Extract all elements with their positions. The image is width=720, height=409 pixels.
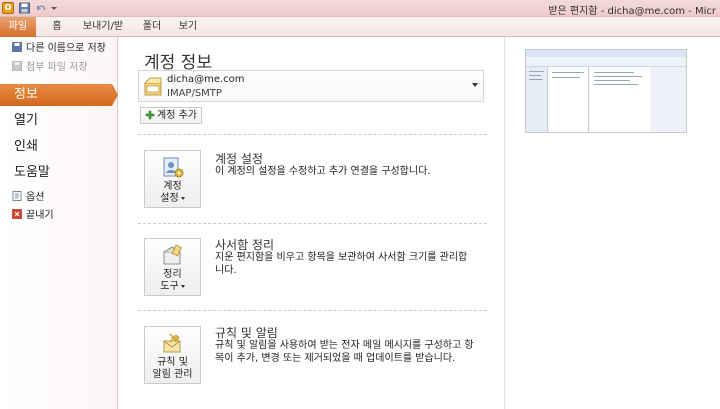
account-settings-description: 이 계정의 설정을 수정하고 추가 연결을 구성합니다. — [215, 166, 431, 177]
preview-line — [594, 76, 642, 77]
section-divider — [138, 134, 487, 135]
manage-rules-line2: 알림 관리 — [152, 369, 193, 380]
rules-alerts-icon — [163, 333, 181, 353]
exit-label: 끝내기 — [26, 210, 54, 221]
options-label: 옵션 — [26, 192, 45, 203]
preview-todo-bar — [651, 67, 686, 132]
cleanup-tools-line2: 도구 — [160, 281, 179, 292]
mailbox-cleanup-description: 지운 편지함을 비우고 항목을 보관하여 사서함 크기를 관리합니다. — [215, 252, 468, 276]
preview-line — [529, 79, 543, 80]
customize-qat-icon[interactable] — [50, 2, 58, 14]
account-settings-icon — [163, 157, 184, 178]
save-as-label: 다른 이름으로 저장 — [26, 43, 106, 54]
window-title: 받은 편지함 - dicha@me.com - Micr — [548, 6, 716, 17]
account-settings-button-label: 계정 설정 — [145, 181, 200, 205]
chevron-down-icon — [472, 83, 478, 87]
save-as-item[interactable]: 다른 이름으로 저장 — [12, 41, 106, 57]
tab-file[interactable]: 파일 — [0, 17, 36, 37]
cleanup-tools-button[interactable]: 정리 도구 — [144, 238, 201, 296]
nav-item-info[interactable]: 정보 — [0, 84, 118, 106]
rules-alerts-description: 규칙 및 알림을 사용하여 받는 전자 메일 메시지를 구성하고 항목이 추가,… — [215, 340, 474, 364]
ribbon-tabs: 파일 홈 보내기/받기 폴더 보기 — [0, 17, 720, 52]
preview-line — [529, 75, 541, 76]
outlook-app-icon[interactable]: O — [2, 2, 14, 14]
tab-view[interactable]: 보기 — [177, 17, 199, 37]
save-attachments-item[interactable]: 첨부 파일 저장 — [12, 60, 88, 76]
title-bar: O 받은 편지함 - dicha@me.com - Micr — [0, 0, 720, 17]
save-attachments-label: 첨부 파일 저장 — [26, 62, 88, 73]
nav-item-open[interactable]: 열기 — [0, 110, 118, 132]
save-as-icon — [12, 42, 22, 52]
exit-item[interactable]: 끝내기 — [12, 208, 54, 224]
options-icon — [12, 191, 22, 201]
tab-send-receive[interactable]: 보내기/받기 — [79, 17, 127, 52]
dropdown-caret-icon — [180, 197, 185, 200]
nav-item-help[interactable]: 도움말 — [0, 162, 118, 184]
account-settings-line2: 설정 — [160, 193, 179, 204]
undo-icon[interactable] — [34, 2, 47, 14]
preview-pane — [504, 37, 720, 409]
account-selector[interactable]: dicha@me.com IMAP/SMTP — [138, 70, 484, 102]
preview-line — [594, 80, 630, 81]
section-divider — [138, 310, 487, 311]
manage-rules-alerts-button-label: 규칙 및 알림 관리 — [145, 357, 200, 381]
dropdown-caret-icon — [180, 285, 185, 288]
save-icon[interactable] — [18, 2, 31, 14]
nav-item-help-label: 도움말 — [14, 165, 50, 180]
nav-item-open-label: 열기 — [14, 113, 38, 128]
cleanup-tools-icon — [163, 244, 182, 265]
nav-item-print[interactable]: 인쇄 — [0, 136, 118, 158]
manage-rules-alerts-button[interactable]: 규칙 및 알림 관리 — [144, 326, 201, 384]
account-info-panel: 계정 정보 dicha@me.com IMAP/SMTP 계정 추가 계정 설정 — [118, 37, 504, 409]
account-email: dicha@me.com — [167, 74, 245, 85]
preview-titlebar — [526, 50, 686, 57]
tab-home[interactable]: 홈 — [49, 17, 65, 37]
preview-line — [552, 77, 580, 78]
add-account-label: 계정 추가 — [157, 110, 197, 121]
manage-rules-line1: 규칙 및 — [157, 357, 188, 368]
preview-line — [594, 84, 638, 85]
preview-line — [529, 71, 544, 72]
nav-item-print-label: 인쇄 — [14, 139, 38, 154]
options-item[interactable]: 옵션 — [12, 190, 44, 206]
preview-line — [594, 72, 634, 73]
plus-icon — [145, 110, 155, 120]
outlook-preview-thumbnail — [525, 49, 687, 133]
account-settings-line1: 계정 — [163, 181, 182, 192]
cleanup-tools-line1: 정리 — [163, 269, 182, 280]
exit-icon — [12, 209, 22, 219]
account-type: IMAP/SMTP — [167, 88, 222, 99]
add-account-button[interactable]: 계정 추가 — [140, 107, 202, 124]
cleanup-tools-button-label: 정리 도구 — [145, 269, 200, 293]
attachment-save-icon — [12, 61, 22, 71]
section-divider — [138, 223, 487, 224]
tab-folder[interactable]: 폴더 — [141, 17, 163, 37]
preview-folder-pane — [526, 67, 548, 132]
account-settings-button[interactable]: 계정 설정 — [144, 150, 201, 208]
nav-item-info-label: 정보 — [14, 87, 38, 102]
mailbox-icon — [144, 77, 162, 96]
preview-ribbon — [526, 57, 686, 67]
backstage-nav: 다른 이름으로 저장 첨부 파일 저장 정보 열기 인쇄 도움말 옵션 끝내기 — [0, 37, 118, 409]
preview-line — [552, 72, 584, 73]
